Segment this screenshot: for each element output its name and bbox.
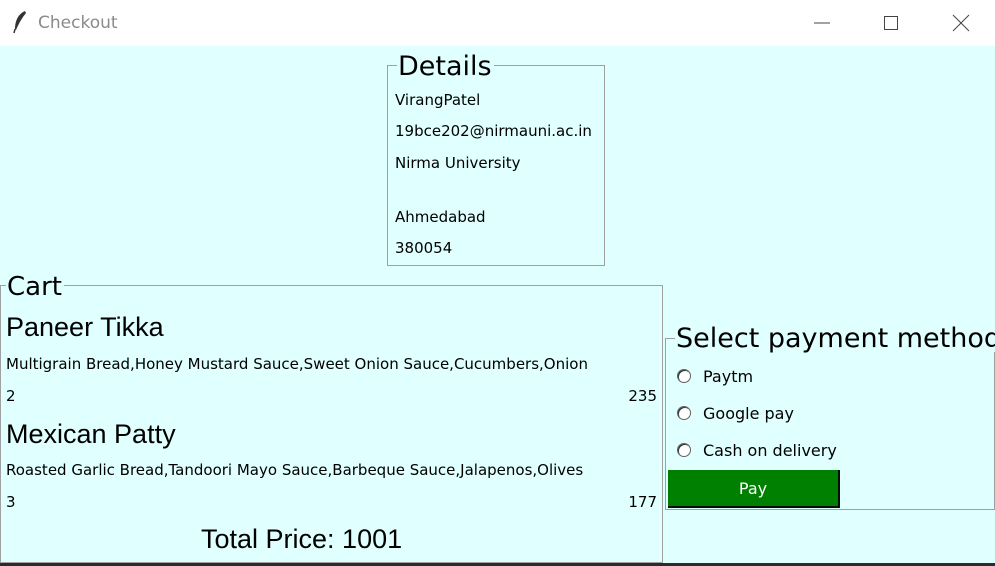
details-title: Details bbox=[397, 51, 494, 82]
cart-item-toppings: Roasted Garlic Bread,Tandoori Mayo Sauce… bbox=[6, 461, 584, 479]
feather-icon bbox=[13, 11, 26, 34]
title-bar: Checkout bbox=[0, 0, 995, 46]
pay-button[interactable]: Pay bbox=[668, 470, 840, 508]
payment-method-title: Select payment method bbox=[675, 325, 995, 352]
google-pay-radio[interactable] bbox=[677, 406, 691, 420]
cart-item-quantity: 2 bbox=[6, 387, 16, 405]
window-title: Checkout bbox=[38, 13, 118, 33]
close-icon bbox=[952, 14, 970, 32]
payment-method-frame: Select payment method Paytm Google pay C… bbox=[665, 325, 995, 510]
paytm-label[interactable]: Paytm bbox=[703, 369, 753, 385]
customer-city: Ahmedabad bbox=[395, 208, 486, 226]
maximize-button[interactable] bbox=[868, 0, 914, 46]
cart-title: Cart bbox=[6, 272, 64, 302]
cart-item-quantity: 3 bbox=[6, 493, 16, 511]
minimize-icon bbox=[814, 22, 830, 24]
minimize-button[interactable] bbox=[799, 0, 845, 46]
close-button[interactable] bbox=[938, 0, 984, 46]
paytm-radio[interactable] bbox=[677, 369, 691, 383]
customer-pincode: 380054 bbox=[395, 239, 453, 257]
cart-item-price: 177 bbox=[628, 493, 657, 511]
total-price: Total Price: 1001 bbox=[201, 524, 403, 554]
customer-name: VirangPatel bbox=[395, 91, 481, 109]
cart-item-toppings: Multigrain Bread,Honey Mustard Sauce,Swe… bbox=[6, 355, 588, 373]
maximize-icon bbox=[884, 16, 898, 30]
customer-email: 19bce202@nirmauni.ac.in bbox=[395, 122, 592, 140]
details-frame: Details VirangPatel 19bce202@nirmauni.ac… bbox=[387, 53, 605, 266]
cart-frame: Cart Paneer Tikka Multigrain Bread,Honey… bbox=[0, 274, 663, 563]
cash-on-delivery-label[interactable]: Cash on delivery bbox=[703, 443, 837, 459]
cash-on-delivery-radio[interactable] bbox=[677, 443, 691, 457]
cart-item-price: 235 bbox=[628, 387, 657, 405]
customer-address: Nirma University bbox=[395, 154, 521, 172]
cart-item-name: Mexican Patty bbox=[6, 419, 176, 449]
cart-item-name: Paneer Tikka bbox=[6, 312, 164, 342]
google-pay-label[interactable]: Google pay bbox=[703, 406, 794, 422]
